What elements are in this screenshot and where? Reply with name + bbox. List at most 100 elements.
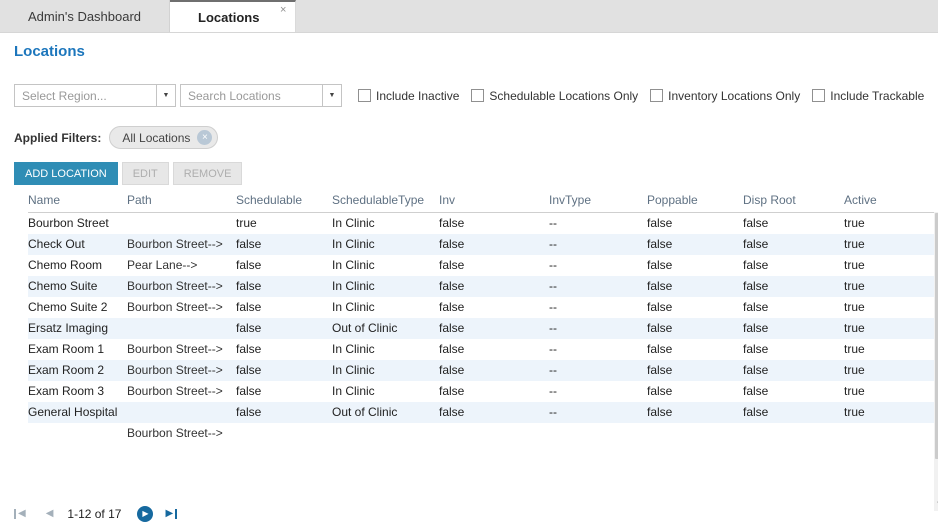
table-row[interactable]: Exam Room 2 Bourbon Street--> false In Clin… [28, 360, 934, 381]
add-location-button[interactable]: ADD LOCATION [14, 162, 118, 185]
table-cell: In Clinic [332, 258, 375, 272]
table-cell: In Clinic [332, 279, 375, 293]
column-header[interactable]: SchedulableType [332, 191, 439, 213]
table-row[interactable]: Ersatz Imaging false Out of Clinic false -- f… [28, 318, 934, 339]
last-page-button[interactable]: ▶ [165, 509, 178, 519]
search-locations-combobox[interactable]: ▼ [180, 84, 342, 107]
table-cell: In Clinic [332, 300, 375, 314]
close-icon[interactable]: × [280, 5, 286, 16]
schedulable-locations-only-checkbox[interactable] [471, 89, 485, 102]
table-cell: false [236, 279, 262, 293]
table-cell [127, 213, 236, 235]
first-page-button[interactable]: ◀ [14, 509, 26, 519]
toolbar: ADD LOCATION EDIT REMOVE [14, 162, 938, 185]
filter-chip-all-locations[interactable]: All Locations × [109, 126, 219, 149]
region-select-input[interactable] [15, 85, 156, 106]
table-cell: In Clinic [332, 216, 375, 230]
column-header[interactable]: Active [844, 191, 934, 213]
table-row[interactable]: Chemo Room Pear Lane--> false In Clinic fals… [28, 255, 934, 276]
table-row[interactable]: Exam Room 1 Bourbon Street--> false In Clin… [28, 339, 934, 360]
locations-table: Name Path Schedulable SchedulableType Inv Inv… [28, 191, 934, 444]
table-row[interactable]: Check Out Bourbon Street--> false In Clinic… [28, 234, 934, 255]
column-header[interactable]: InvType [549, 191, 647, 213]
table-cell: false [743, 384, 769, 398]
table-cell: false [439, 363, 465, 377]
table-row[interactable]: General Hospital false Out of Clinic false -… [28, 402, 934, 423]
checkbox-label: Inventory Locations Only [668, 88, 801, 103]
table-cell: false [647, 405, 673, 419]
table-row[interactable]: Bourbon Street true In Clinic false -- false f… [28, 213, 934, 235]
table-cell: false [743, 216, 769, 230]
table-cell: false [439, 237, 465, 251]
column-header[interactable]: Path [127, 191, 236, 213]
column-header[interactable]: Disp Root [743, 191, 844, 213]
table-cell: false [439, 342, 465, 356]
remove-button[interactable]: REMOVE [172, 162, 243, 185]
tab-admins-dashboard[interactable]: Admin's Dashboard [0, 0, 171, 32]
app-window: Admin's Dashboard Locations × Locations … [0, 0, 938, 529]
table-cell: Chemo Suite 2 [28, 300, 108, 314]
table-cell: true [844, 216, 865, 230]
previous-page-button[interactable]: ◀ [46, 509, 54, 519]
column-header[interactable]: Poppable [647, 191, 743, 213]
table-cell: Chemo Room [28, 258, 103, 272]
table-cell [332, 423, 439, 444]
checkbox-label: Include Inactive [376, 88, 460, 103]
table-cell: false [647, 363, 673, 377]
table-cell: Bourbon Street--> [127, 342, 223, 356]
remove-filter-icon[interactable]: × [197, 130, 213, 145]
column-header[interactable]: Inv [439, 191, 549, 213]
next-page-button[interactable]: ▶ [137, 506, 154, 522]
table-cell: true [844, 363, 865, 377]
locations-table-container: Name Path Schedulable SchedulableType Inv Inv… [28, 191, 938, 511]
chevron-down-icon[interactable]: ▼ [156, 85, 175, 106]
tab-locations[interactable]: Locations × [170, 0, 297, 32]
schedulable-locations-only-option[interactable]: Schedulable Locations Only [471, 89, 638, 103]
include-inactive-option[interactable]: Include Inactive [358, 89, 459, 103]
page-title: Locations [14, 43, 85, 60]
include-trackable-checkbox[interactable] [812, 89, 826, 102]
include-inactive-checkbox[interactable] [358, 89, 371, 102]
page-range-text: 1-12 of 17 [67, 507, 122, 521]
table-row[interactable]: Exam Room 3 Bourbon Street--> false In Clin… [28, 381, 934, 402]
table-cell [28, 423, 127, 444]
table-row[interactable]: Chemo Suite Bourbon Street--> false In Clin… [28, 276, 934, 297]
inventory-locations-only-checkbox[interactable] [650, 89, 664, 102]
table-row[interactable]: Bourbon Street--> [28, 423, 934, 444]
tab-label: Admin's Dashboard [28, 8, 142, 24]
filter-bar: ▼ ▼ Include Inactive Schedulable Locatio… [14, 84, 938, 107]
table-cell: false [743, 300, 769, 314]
scroll-down-icon[interactable]: ▼ [934, 499, 938, 510]
search-locations-input[interactable] [181, 85, 322, 106]
edit-button[interactable]: EDIT [121, 162, 169, 185]
table-cell: false [439, 216, 465, 230]
table-cell: false [439, 279, 465, 293]
table-cell: true [844, 300, 865, 314]
column-header[interactable]: Name [28, 191, 127, 213]
table-cell: true [844, 384, 865, 398]
table-cell: -- [549, 384, 557, 398]
table-cell: Chemo Suite [28, 279, 98, 293]
table-cell: Exam Room 1 [28, 342, 105, 356]
table-cell: false [647, 384, 673, 398]
table-row[interactable]: Chemo Suite 2 Bourbon Street--> false In Cl… [28, 297, 934, 318]
table-cell: -- [549, 279, 557, 293]
vertical-scrollbar[interactable]: ▼ [934, 212, 938, 511]
include-trackable-option[interactable]: Include Trackable [812, 89, 924, 103]
table-cell: Bourbon Street--> [127, 426, 223, 440]
table-cell: Bourbon Street--> [127, 300, 223, 314]
region-select[interactable]: ▼ [14, 84, 176, 107]
chevron-down-icon[interactable]: ▼ [322, 85, 341, 106]
column-header[interactable]: Schedulable [236, 191, 332, 213]
table-cell [127, 318, 236, 339]
page-content: Locations ▼ ▼ Include Inactive Schedulab… [0, 43, 938, 511]
table-cell: Check Out [28, 237, 85, 251]
table-cell: In Clinic [332, 237, 375, 251]
inventory-locations-only-option[interactable]: Inventory Locations Only [650, 89, 800, 103]
table-cell: false [236, 237, 262, 251]
tab-label: Locations [198, 9, 260, 25]
table-cell: true [844, 321, 865, 335]
table-cell: Bourbon Street--> [127, 237, 223, 251]
applied-filters-row: Applied Filters: All Locations × [14, 126, 938, 149]
table-cell: Bourbon Street [28, 216, 109, 230]
